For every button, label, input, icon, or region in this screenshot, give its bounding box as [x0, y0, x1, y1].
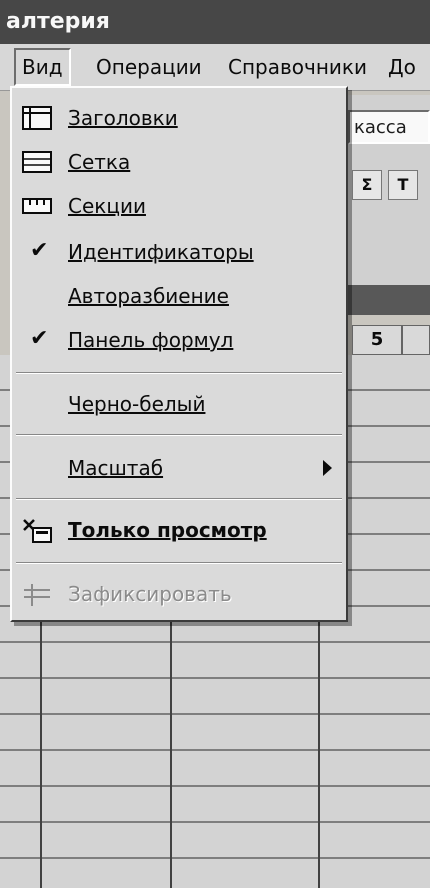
freeze-icon [24, 584, 50, 606]
menu-item-sections[interactable]: Секции [12, 186, 346, 226]
menu-directories[interactable]: Справочники [222, 44, 373, 90]
view-menu-dropdown: Заголовки Сетка Секции ✔ Идентификаторы … [10, 86, 348, 622]
menu-view[interactable]: Вид [14, 48, 71, 86]
menu-bar: Вид Операции Справочники До [0, 44, 430, 91]
column-header: 5 [352, 325, 402, 355]
checkmark-icon: ✔ [30, 238, 49, 263]
menu-operations[interactable]: Операции [90, 44, 208, 90]
menu-separator [16, 562, 342, 564]
menu-item-label: Секции [68, 194, 146, 218]
window-title: алтерия [0, 0, 430, 44]
menu-item-headers[interactable]: Заголовки [12, 98, 346, 138]
grid-line [318, 610, 320, 888]
menu-item-freeze[interactable]: Зафиксировать [12, 574, 346, 614]
headers-icon [22, 106, 52, 130]
account-combo[interactable]: касса [348, 110, 430, 144]
menu-item-label: Панель формул [68, 328, 234, 352]
sections-icon [22, 198, 52, 214]
menu-item-label: Авторазбиение [68, 284, 229, 308]
menu-item-label: Сетка [68, 150, 131, 174]
menu-item-readonly[interactable]: Только просмотр [12, 510, 346, 550]
menu-item-label: Только просмотр [68, 518, 267, 542]
grid-line [170, 610, 172, 888]
checkmark-icon: ✔ [30, 326, 49, 351]
menu-item-label: Масштаб [68, 456, 164, 480]
menu-separator [16, 498, 342, 500]
menu-item-label: Зафиксировать [68, 582, 232, 606]
menu-item-label: Идентификаторы [68, 240, 254, 264]
column-header-next [402, 325, 430, 355]
readonly-icon [23, 519, 52, 543]
toolbar-button-1[interactable]: Σ [352, 170, 382, 200]
menu-item-label: Черно-белый [68, 392, 206, 416]
menu-item-label: Заголовки [68, 106, 178, 130]
menu-item-grid[interactable]: Сетка [12, 142, 346, 182]
menu-item-scale[interactable]: Масштаб [12, 448, 346, 488]
toolbar-button-2[interactable]: Т [388, 170, 418, 200]
menu-separator [16, 372, 342, 374]
menu-item-identifiers[interactable]: ✔ Идентификаторы [12, 232, 346, 272]
menu-documents[interactable]: До [382, 44, 422, 90]
grid-line [40, 610, 42, 888]
menu-item-autosplit[interactable]: Авторазбиение [12, 276, 346, 316]
menu-separator [16, 434, 342, 436]
submenu-arrow-icon [323, 460, 332, 476]
formula-bar [345, 285, 430, 315]
menu-item-formula-panel[interactable]: ✔ Панель формул [12, 320, 346, 360]
menu-item-black-white[interactable]: Черно-белый [12, 384, 346, 424]
grid-icon [22, 151, 52, 173]
